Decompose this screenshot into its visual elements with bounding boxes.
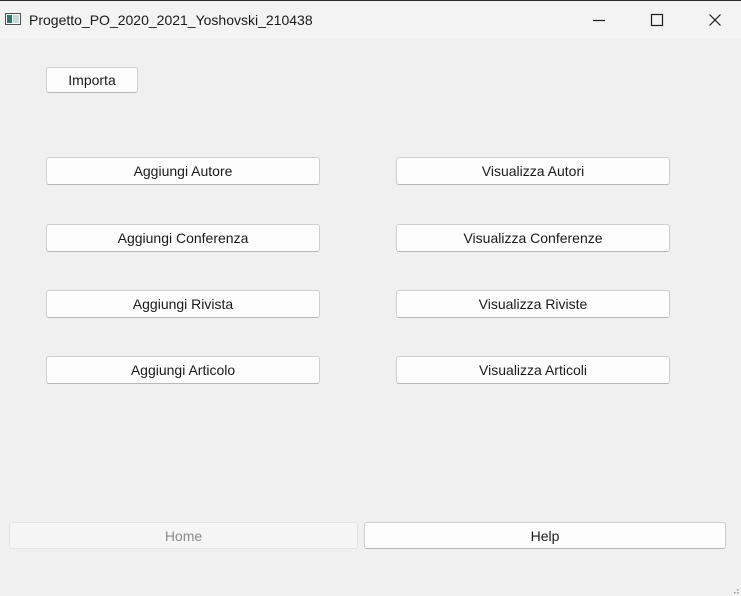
maximize-icon <box>650 13 664 27</box>
add-article-button[interactable]: Aggiungi Articolo <box>46 356 320 384</box>
app-window-icon <box>5 13 21 25</box>
help-button[interactable]: Help <box>364 522 726 549</box>
import-button[interactable]: Importa <box>46 67 138 93</box>
view-authors-button[interactable]: Visualizza Autori <box>396 157 670 185</box>
app-window: Progetto_PO_2020_2021_Yoshovski_210438 I… <box>0 0 741 596</box>
close-button[interactable] <box>686 1 741 39</box>
view-journals-button[interactable]: Visualizza Riviste <box>396 290 670 318</box>
close-icon <box>709 14 721 26</box>
home-button: Home <box>9 522 358 549</box>
minimize-button[interactable] <box>570 1 628 39</box>
maximize-button[interactable] <box>628 1 686 39</box>
add-author-button[interactable]: Aggiungi Autore <box>46 157 320 185</box>
resize-grip-icon[interactable] <box>733 588 739 594</box>
title-bar[interactable]: Progetto_PO_2020_2021_Yoshovski_210438 <box>0 1 741 39</box>
add-conference-button[interactable]: Aggiungi Conferenza <box>46 224 320 252</box>
view-articles-button[interactable]: Visualizza Articoli <box>396 356 670 384</box>
view-conferences-button[interactable]: Visualizza Conferenze <box>396 224 670 252</box>
window-title: Progetto_PO_2020_2021_Yoshovski_210438 <box>29 12 313 28</box>
minimize-icon <box>593 19 605 22</box>
add-journal-button[interactable]: Aggiungi Rivista <box>46 290 320 318</box>
